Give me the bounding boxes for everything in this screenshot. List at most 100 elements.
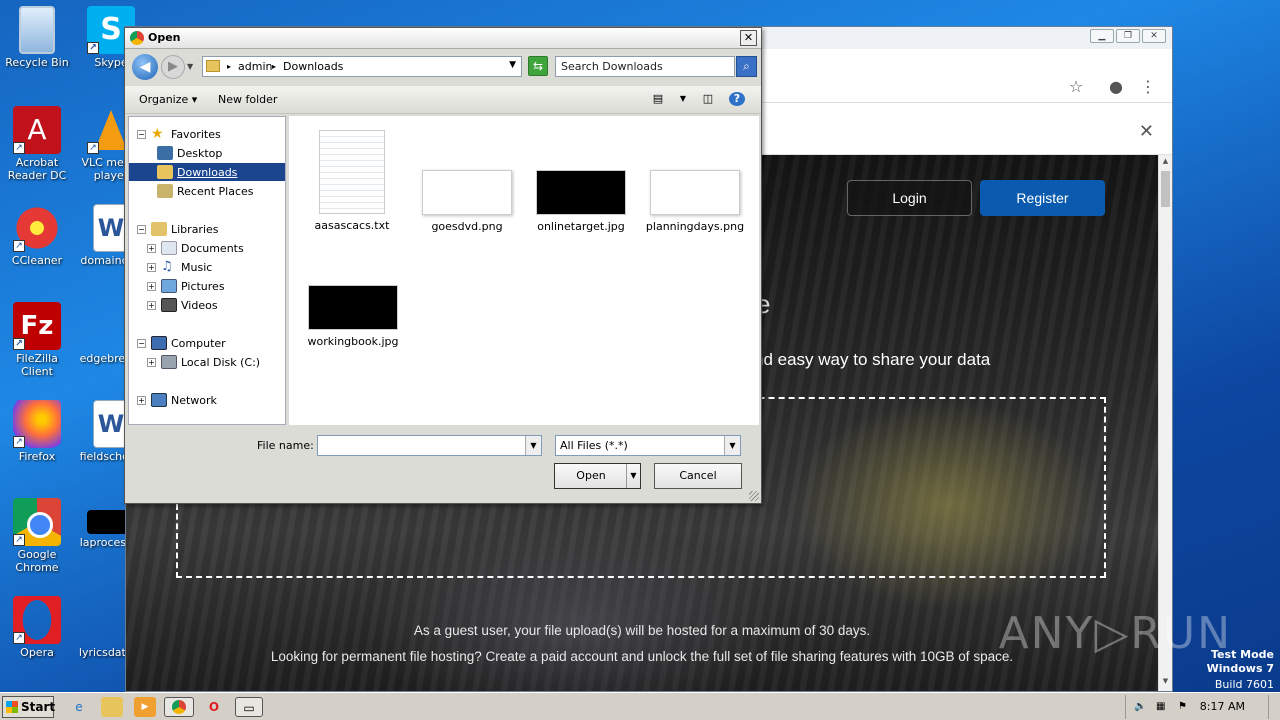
scroll-up-icon[interactable]: ▲ bbox=[1159, 157, 1172, 169]
tree-item-downloads[interactable]: Downloads bbox=[129, 163, 285, 181]
login-button[interactable]: Login bbox=[847, 180, 972, 216]
chevron-down-icon[interactable]: ▼ bbox=[509, 60, 516, 70]
tree-item-videos[interactable]: + Videos bbox=[147, 296, 218, 314]
back-arrow-icon[interactable]: ◀ bbox=[132, 54, 158, 80]
shortcut-arrow-icon: ↗ bbox=[13, 240, 25, 252]
search-input[interactable]: Search Downloads bbox=[555, 56, 735, 77]
tree-item-computer[interactable]: − Computer bbox=[137, 334, 226, 352]
desktop-icon-chrome[interactable]: ↗ Google Chrome bbox=[0, 498, 74, 574]
expand-icon[interactable]: + bbox=[147, 300, 156, 310]
image-thumbnail bbox=[308, 285, 398, 330]
tree-item-pictures[interactable]: + Pictures bbox=[147, 277, 225, 295]
chevron-down-icon[interactable]: ▼ bbox=[724, 436, 740, 455]
forward-arrow-icon[interactable]: ▶ bbox=[161, 55, 185, 79]
desktop-icon-acrobat[interactable]: A ↗ Acrobat Reader DC bbox=[0, 106, 74, 182]
shortcut-arrow-icon: ↗ bbox=[87, 42, 99, 54]
bookmark-star-icon[interactable]: ☆ bbox=[1066, 77, 1086, 97]
collapse-icon[interactable]: − bbox=[137, 338, 146, 348]
menu-dots-icon[interactable]: ⋮ bbox=[1138, 77, 1158, 97]
dialog-title: Open bbox=[148, 31, 181, 44]
expand-icon[interactable]: + bbox=[147, 243, 156, 253]
show-desktop-button[interactable] bbox=[1268, 695, 1280, 719]
navigation-pane: − ★ Favorites Desktop Downloads Recent P… bbox=[128, 116, 286, 425]
tree-item-music[interactable]: + ♫ Music bbox=[147, 258, 212, 276]
file-item[interactable]: planningdays.png bbox=[640, 170, 750, 233]
shortcut-arrow-icon: ↗ bbox=[13, 632, 25, 644]
scroll-thumb[interactable] bbox=[1161, 171, 1170, 207]
tree-item-favorites[interactable]: − ★ Favorites bbox=[137, 125, 221, 143]
test-mode-label: Test Mode bbox=[1211, 648, 1274, 661]
network-tray-icon[interactable]: ▦ bbox=[1156, 701, 1170, 714]
expand-icon[interactable]: + bbox=[147, 357, 156, 367]
opera-icon[interactable]: O bbox=[203, 697, 225, 717]
action-center-icon[interactable]: ⚑ bbox=[1178, 701, 1192, 714]
shortcut-arrow-icon: ↗ bbox=[13, 436, 25, 448]
new-folder-button[interactable]: New folder bbox=[218, 93, 277, 106]
desktop-icon-firefox[interactable]: ↗ Firefox bbox=[0, 400, 74, 463]
file-item[interactable]: goesdvd.png bbox=[412, 170, 522, 233]
image-thumbnail bbox=[422, 170, 512, 215]
refresh-icon[interactable]: ⇆ bbox=[528, 56, 548, 76]
chrome-taskbar-button[interactable] bbox=[164, 697, 194, 717]
tree-item-libraries[interactable]: − Libraries bbox=[137, 220, 219, 238]
tree-item-documents[interactable]: + Documents bbox=[147, 239, 244, 257]
file-type-select[interactable]: All Files (*.*) ▼ bbox=[555, 435, 741, 456]
address-bar[interactable]: ▸ admin ▸ Downloads ▼ bbox=[202, 56, 522, 77]
tree-item-local-disk[interactable]: + Local Disk (C:) bbox=[147, 353, 260, 371]
breadcrumb-separator-icon[interactable]: ▸ bbox=[227, 62, 231, 71]
change-view-icon[interactable]: ▤ bbox=[650, 92, 666, 106]
network-icon bbox=[151, 393, 167, 407]
scroll-down-icon[interactable]: ▼ bbox=[1159, 677, 1172, 689]
tree-item-desktop[interactable]: Desktop bbox=[157, 144, 222, 162]
resize-grip-icon[interactable] bbox=[749, 491, 759, 501]
start-button[interactable]: Start bbox=[2, 696, 55, 718]
file-item[interactable]: onlinetarget.jpg bbox=[526, 170, 636, 233]
history-dropdown-icon[interactable]: ▼ bbox=[187, 62, 193, 71]
close-button[interactable]: ✕ bbox=[1142, 29, 1166, 43]
file-item[interactable]: workingbook.jpg bbox=[298, 285, 408, 348]
view-dropdown-icon[interactable]: ▼ bbox=[675, 92, 691, 106]
desktop-icon-recycle-bin[interactable]: Recycle Bin bbox=[0, 6, 74, 69]
breadcrumb-admin[interactable]: admin bbox=[238, 60, 272, 73]
file-name: planningdays.png bbox=[645, 220, 745, 233]
window-taskbar-button[interactable]: ▭ bbox=[235, 697, 263, 717]
tree-item-network[interactable]: + Network bbox=[137, 391, 217, 409]
media-player-icon[interactable]: ▶ bbox=[134, 697, 156, 717]
cancel-button[interactable]: Cancel bbox=[654, 463, 742, 489]
file-name-input[interactable]: ▼ bbox=[317, 435, 542, 456]
open-button[interactable]: Open ▼ bbox=[554, 463, 641, 489]
desktop-icon-filezilla[interactable]: Fz ↗ FileZilla Client bbox=[0, 302, 74, 378]
expand-icon[interactable]: + bbox=[147, 281, 156, 291]
expand-icon[interactable]: + bbox=[137, 395, 146, 405]
dialog-close-button[interactable]: ✕ bbox=[740, 30, 757, 46]
close-notification-icon[interactable]: ✕ bbox=[1139, 121, 1154, 142]
collapse-icon[interactable]: − bbox=[137, 224, 146, 234]
explorer-icon[interactable] bbox=[101, 697, 123, 717]
volume-icon[interactable]: 🔈 bbox=[1134, 701, 1148, 714]
minimize-button[interactable]: ▁ bbox=[1090, 29, 1114, 43]
register-button[interactable]: Register bbox=[980, 180, 1105, 216]
profile-icon[interactable]: ● bbox=[1106, 77, 1126, 97]
breadcrumb-separator-icon[interactable]: ▸ bbox=[272, 62, 276, 71]
organize-button[interactable]: Organize ▾ bbox=[139, 93, 197, 106]
clock[interactable]: 8:17 AM bbox=[1200, 700, 1245, 713]
desktop-folder-icon bbox=[157, 146, 173, 160]
help-icon[interactable]: ? bbox=[729, 92, 745, 106]
chevron-down-icon[interactable]: ▼ bbox=[626, 464, 640, 488]
ie-icon[interactable]: e bbox=[68, 697, 90, 717]
tree-item-recent-places[interactable]: Recent Places bbox=[157, 182, 254, 200]
desktop-icon-opera[interactable]: ↗ Opera bbox=[0, 596, 74, 659]
search-icon[interactable]: ⌕ bbox=[736, 56, 757, 77]
videos-icon bbox=[161, 298, 177, 312]
expand-icon[interactable]: + bbox=[147, 262, 156, 272]
preview-pane-icon[interactable]: ◫ bbox=[700, 92, 716, 106]
ccleaner-icon: ↗ bbox=[13, 204, 61, 252]
maximize-button[interactable]: ❐ bbox=[1116, 29, 1140, 43]
shortcut-arrow-icon: ↗ bbox=[13, 338, 25, 350]
chevron-down-icon[interactable]: ▼ bbox=[525, 436, 541, 455]
file-item[interactable]: aasascacs.txt bbox=[297, 130, 407, 232]
breadcrumb-downloads[interactable]: Downloads bbox=[283, 60, 343, 73]
collapse-icon[interactable]: − bbox=[137, 129, 146, 139]
desktop-icon-ccleaner[interactable]: ↗ CCleaner bbox=[0, 204, 74, 267]
file-name: workingbook.jpg bbox=[307, 335, 399, 348]
